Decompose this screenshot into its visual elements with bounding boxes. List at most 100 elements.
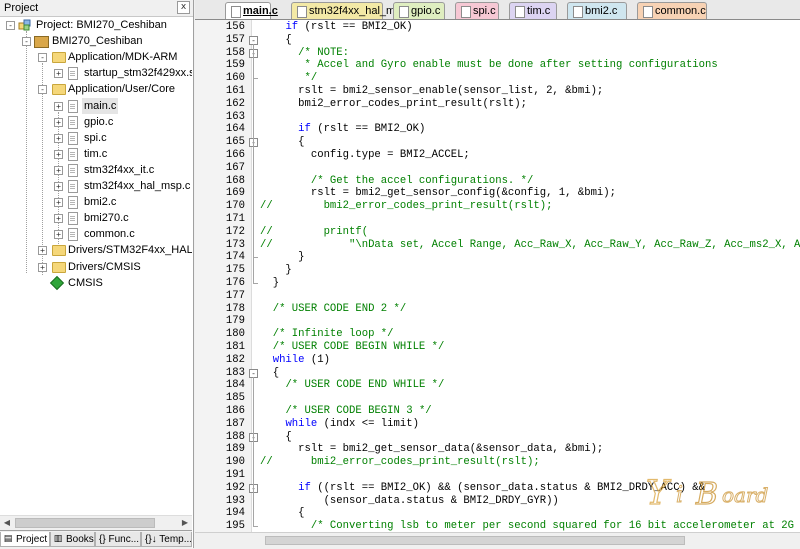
code-line[interactable]: 179 — [195, 315, 800, 328]
tree-item[interactable]: + Drivers/CMSIS — [0, 259, 192, 275]
code-line[interactable]: 178 /* USER CODE END 2 */ — [195, 303, 800, 316]
expand-icon[interactable]: + — [38, 246, 47, 256]
code-line[interactable]: 186 /* USER CODE BEGIN 3 */ — [195, 405, 800, 418]
editor-tab[interactable]: tim.c — [509, 2, 557, 19]
editor-tab[interactable]: stm32f4xx_hal_msp.c — [291, 2, 415, 19]
expand-icon[interactable]: + — [54, 117, 63, 127]
tree-item[interactable]: + stm32f4xx_it.c — [0, 162, 192, 178]
code-line[interactable]: 185 — [195, 392, 800, 405]
code-line[interactable]: 170 // bmi2_error_codes_print_result(rslt… — [195, 200, 800, 213]
code-line[interactable]: 168 /* Get the accel configurations. */ — [195, 175, 800, 188]
code-line[interactable]: 165- { — [195, 136, 800, 149]
editor-tab[interactable]: gpio.c — [393, 2, 445, 19]
code-line[interactable]: 195 /* Converting lsb to meter per secon… — [195, 520, 800, 532]
tree-item[interactable]: CMSIS — [0, 275, 192, 291]
code-line[interactable]: 188- { — [195, 431, 800, 444]
editor-tab[interactable]: bmi2.c — [567, 2, 627, 19]
collapse-icon[interactable]: - — [6, 21, 15, 30]
expand-icon[interactable]: + — [54, 101, 63, 111]
tree-item[interactable]: + main.c — [0, 97, 192, 114]
code-line[interactable]: 163 — [195, 111, 800, 124]
code-line[interactable]: 169 rslt = bmi2_get_sensor_config(&confi… — [195, 187, 800, 200]
tree-item[interactable]: + bmi270.c — [0, 210, 192, 226]
code-line[interactable]: 193 (sensor_data.status & BMI2_DRDY_GYR)… — [195, 495, 800, 508]
code-line[interactable]: 184 /* USER CODE END WHILE */ — [195, 379, 800, 392]
code-line[interactable]: 190 // bmi2_error_codes_print_result(rslt… — [195, 456, 800, 469]
collapse-icon[interactable]: - — [38, 53, 47, 63]
code-line[interactable]: 194 { — [195, 507, 800, 520]
expand-icon[interactable]: + — [54, 149, 63, 159]
expand-icon[interactable]: + — [54, 69, 63, 79]
tree-item[interactable]: + startup_stm32f429xx.s — [0, 65, 192, 81]
tree-item[interactable]: + tim.c — [0, 146, 192, 162]
code-line[interactable]: 166 config.type = BMI2_ACCEL; — [195, 149, 800, 162]
code-line[interactable]: 160 */ — [195, 72, 800, 85]
editor-tab[interactable]: spi.c — [455, 2, 499, 19]
expand-icon[interactable]: + — [54, 133, 63, 143]
code-line[interactable]: 183- { — [195, 367, 800, 380]
scrollbar-thumb[interactable] — [15, 518, 155, 528]
code-area[interactable]: 156 if (rslt == BMI2_OK) 157- {158- /* NO… — [195, 20, 800, 532]
expand-icon[interactable]: + — [54, 214, 63, 224]
code-line[interactable]: 175 } — [195, 264, 800, 277]
bottom-tab[interactable]: ▥ Books — [50, 532, 95, 547]
collapse-icon[interactable]: - — [22, 37, 31, 47]
code-line[interactable]: 187 while (indx <= limit) — [195, 418, 800, 431]
code-line[interactable]: 172 // printf( — [195, 226, 800, 239]
expand-icon[interactable]: + — [54, 230, 63, 240]
tree-item[interactable]: - Project: BMI270_Ceshiban — [0, 17, 192, 33]
code-text: config.type = BMI2_ACCEL; — [260, 149, 470, 161]
tree-item[interactable]: + stm32f4xx_hal_msp.c — [0, 178, 192, 194]
code-line[interactable]: 161 rslt = bmi2_sensor_enable(sensor_lis… — [195, 85, 800, 98]
code-line[interactable]: 156 if (rslt == BMI2_OK) — [195, 21, 800, 34]
code-text: { — [260, 33, 292, 46]
editor-tab[interactable]: common.c — [637, 2, 707, 19]
code-line[interactable]: 192- if ((rslt == BMI2_OK) && (sensor_da… — [195, 482, 800, 495]
tree-item[interactable]: + gpio.c — [0, 114, 192, 130]
line-number: 163 — [225, 110, 245, 123]
editor-tab[interactable]: main.c — [225, 2, 278, 19]
code-line[interactable]: 174 } — [195, 251, 800, 264]
bottom-tab[interactable]: {}↓ Temp... — [141, 532, 192, 547]
code-line[interactable]: 162 bmi2_error_codes_print_result(rslt); — [195, 98, 800, 111]
expand-icon[interactable]: + — [54, 165, 63, 175]
expand-icon[interactable]: + — [54, 198, 63, 208]
tree-item[interactable]: - Application/MDK-ARM — [0, 49, 192, 65]
code-line[interactable]: 158- /* NOTE: — [195, 47, 800, 60]
bottom-tab[interactable]: {} Func... — [95, 532, 141, 547]
code-line[interactable]: 173 // "\nData set, Accel Range, Acc_Raw_… — [195, 239, 800, 252]
editor-horizontal-scrollbar[interactable] — [195, 532, 800, 549]
tree-item[interactable]: + spi.c — [0, 130, 192, 146]
code-line[interactable]: 171 — [195, 213, 800, 226]
project-panel-header: Project x — [0, 0, 193, 17]
code-line[interactable]: 157- { — [195, 34, 800, 47]
editor-scrollbar-thumb[interactable] — [265, 536, 685, 545]
code-line[interactable]: 159 * Accel and Gyro enable must be done… — [195, 59, 800, 72]
tree-item[interactable]: - Application/User/Core — [0, 81, 192, 97]
expand-icon[interactable]: + — [54, 182, 63, 191]
close-icon[interactable]: x — [177, 1, 190, 14]
code-line[interactable]: 177 — [195, 290, 800, 303]
collapse-icon[interactable]: - — [38, 85, 47, 95]
code-line[interactable]: 176 } — [195, 277, 800, 290]
bottom-tab[interactable]: ▤ Project — [0, 532, 50, 547]
tree-item-label: startup_stm32f429xx.s — [84, 67, 192, 80]
code-line[interactable]: 180 /* Infinite loop */ — [195, 328, 800, 341]
code-line[interactable]: 182 while (1) — [195, 354, 800, 367]
tree-item[interactable]: - BMI270_Ceshiban — [0, 33, 192, 49]
tree-item[interactable]: + common.c — [0, 226, 192, 242]
project-icon — [18, 19, 32, 31]
scroll-left-icon[interactable]: ◀ — [0, 516, 14, 530]
code-line[interactable]: 189 rslt = bmi2_get_sensor_data(&sensor_… — [195, 443, 800, 456]
line-number: 157 — [225, 33, 245, 46]
code-line[interactable]: 164 if (rslt == BMI2_OK) — [195, 123, 800, 136]
editor-tab-label: tim.c — [527, 5, 551, 17]
tree-item[interactable]: + Drivers/STM32F4xx_HAL_Driv — [0, 242, 192, 258]
code-line[interactable]: 167 — [195, 162, 800, 175]
project-horizontal-scrollbar[interactable]: ◀ ▶ — [0, 515, 192, 530]
expand-icon[interactable]: + — [38, 262, 47, 272]
code-line[interactable]: 191 — [195, 469, 800, 482]
tree-item[interactable]: + bmi2.c — [0, 194, 192, 210]
code-line[interactable]: 181 /* USER CODE BEGIN WHILE */ — [195, 341, 800, 354]
scroll-right-icon[interactable]: ▶ — [178, 516, 192, 530]
